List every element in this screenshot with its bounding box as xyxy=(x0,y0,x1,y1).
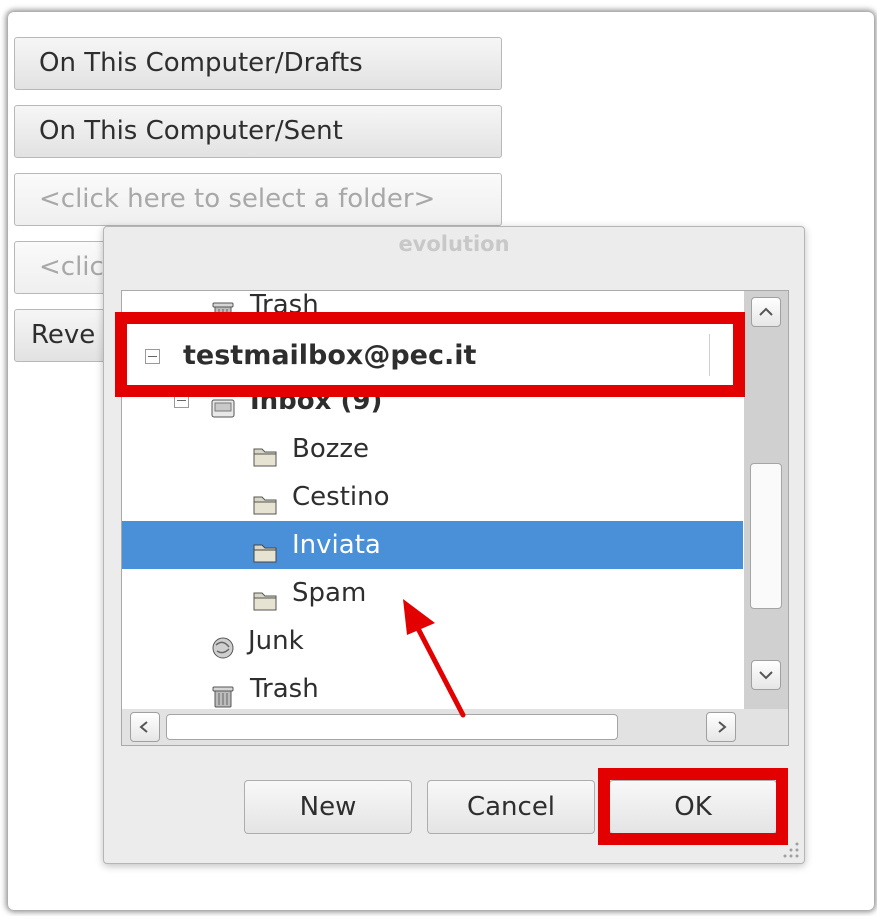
tree-item-cestino[interactable]: Cestino xyxy=(122,473,743,521)
chevron-right-icon xyxy=(718,721,727,733)
scroll-up-button[interactable] xyxy=(751,297,781,327)
vertical-scroll-thumb[interactable] xyxy=(750,463,782,609)
tree-item-label: Junk xyxy=(248,626,304,656)
tree-item-inviata[interactable]: Inviata xyxy=(122,521,743,569)
cancel-button[interactable]: Cancel xyxy=(427,780,595,834)
revert-button[interactable]: Reve xyxy=(14,309,114,362)
trash-icon xyxy=(210,676,236,708)
junk-icon xyxy=(210,628,236,659)
collapse-toggle[interactable] xyxy=(145,349,160,364)
folder-icon xyxy=(252,436,278,467)
scroll-left-button[interactable] xyxy=(130,712,160,742)
divider xyxy=(709,334,710,376)
scroll-right-button[interactable] xyxy=(706,712,736,742)
folder-icon xyxy=(252,580,278,611)
chevron-up-icon xyxy=(759,307,773,316)
dialog-title: evolution xyxy=(398,232,510,256)
drafts-folder-button[interactable]: On This Computer/Drafts xyxy=(14,37,502,90)
sent-folder-button[interactable]: On This Computer/Sent xyxy=(14,105,502,158)
account-label[interactable]: testmailbox@pec.it xyxy=(183,340,476,371)
vertical-scrollbar[interactable] xyxy=(744,291,788,709)
new-folder-button[interactable]: New xyxy=(244,780,412,834)
tree-item-label: Spam xyxy=(292,578,367,608)
scroll-down-button[interactable] xyxy=(751,660,781,690)
ok-highlight-box xyxy=(598,768,788,845)
tree-item-label: Bozze xyxy=(292,434,370,464)
tree-item-bozze[interactable]: Bozze xyxy=(122,425,743,473)
select-folder-button[interactable]: <click here to select a folder> xyxy=(14,173,502,226)
chevron-down-icon xyxy=(759,671,773,680)
chevron-left-icon xyxy=(139,721,148,733)
account-highlight-box: testmailbox@pec.it xyxy=(115,312,745,397)
horizontal-scroll-thumb[interactable] xyxy=(166,714,618,740)
tree-item-label: Trash xyxy=(250,674,319,704)
red-arrow-icon xyxy=(403,599,466,718)
folder-icon xyxy=(252,532,278,563)
tree-item-label: Cestino xyxy=(292,482,390,512)
tree-item-label: Inviata xyxy=(292,530,381,560)
folder-icon xyxy=(252,484,278,515)
